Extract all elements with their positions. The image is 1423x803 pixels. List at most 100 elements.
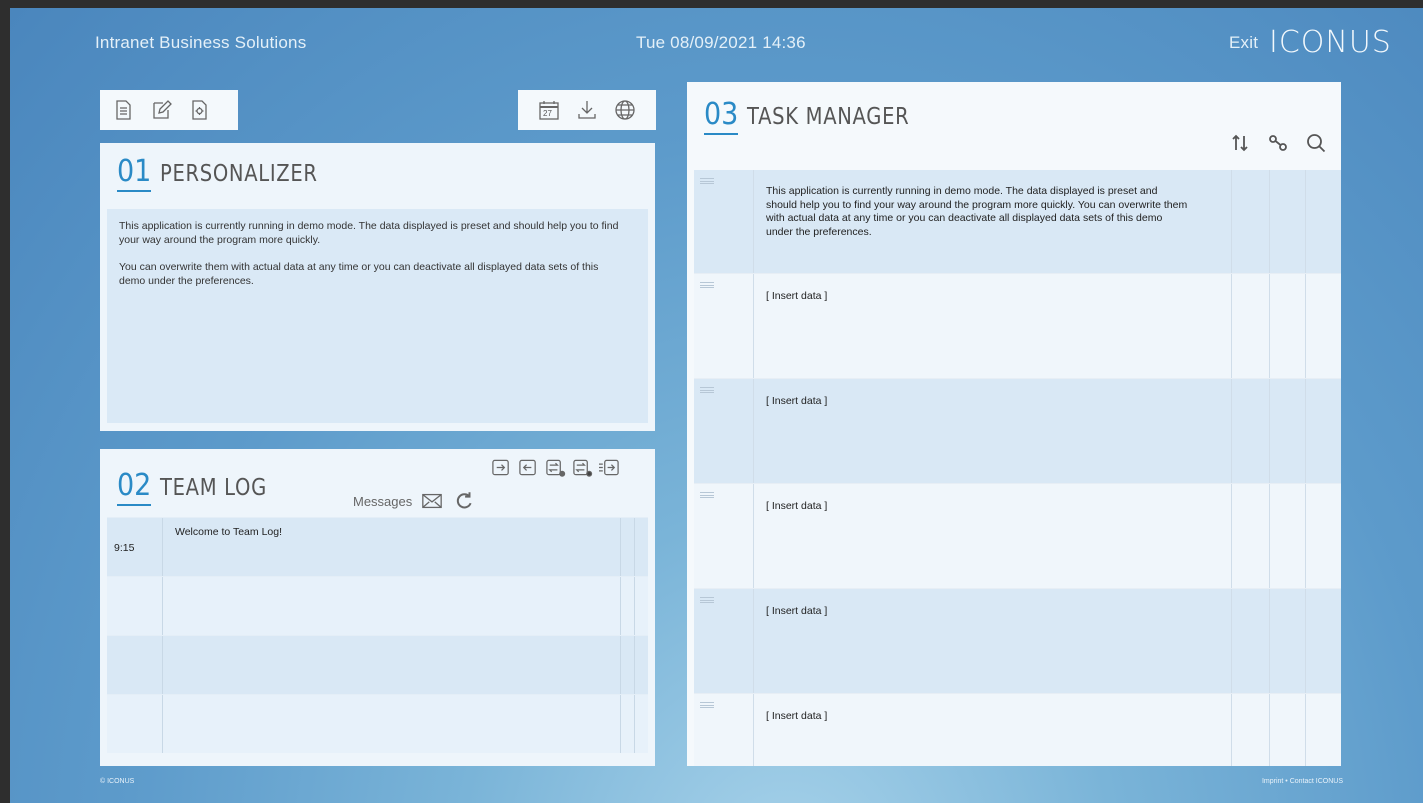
log-time <box>107 695 163 753</box>
log-message <box>163 695 620 753</box>
task-row[interactable]: [ Insert data ] <box>694 694 1341 766</box>
link-icon[interactable] <box>1267 132 1289 154</box>
log-row[interactable] <box>107 694 648 753</box>
log-row[interactable]: 9:15 Welcome to Team Log! <box>107 517 648 576</box>
task-cell <box>1231 589 1269 693</box>
sort-icon[interactable] <box>1229 132 1251 154</box>
log-cell <box>634 636 648 694</box>
globe-icon[interactable] <box>614 99 636 121</box>
personalizer-paragraph-2: You can overwrite them with actual data … <box>119 261 599 287</box>
log-time: 9:15 <box>107 518 163 576</box>
footer-links[interactable]: Imprint • Contact ICONUS <box>1262 778 1343 785</box>
teamlog-panel: 02 TEAM LOG Messages 9:15 Welcome to Tea… <box>100 449 655 766</box>
taskmanager-number: 03 <box>704 100 739 135</box>
app-background: Intranet Business Solutions Tue 08/09/20… <box>10 8 1423 803</box>
log-row[interactable] <box>107 635 648 694</box>
task-cell <box>1269 170 1305 273</box>
task-row[interactable]: [ Insert data ] <box>694 484 1341 589</box>
teamlog-number: 02 <box>117 471 152 506</box>
settings-document-icon[interactable] <box>188 99 210 121</box>
drag-handle[interactable] <box>694 274 754 378</box>
task-cell <box>1305 170 1341 273</box>
date-time: Tue 08/09/2021 14:36 <box>636 33 806 52</box>
logo: ICONUS <box>1269 25 1392 60</box>
personalizer-body[interactable]: This application is currently running in… <box>107 209 648 423</box>
list-export-icon[interactable] <box>599 458 620 478</box>
taskmanager-name: TASK MANAGER <box>747 104 910 130</box>
personalizer-number: 01 <box>117 157 152 192</box>
swap-add-icon[interactable] <box>545 458 566 478</box>
arrow-right-box-icon[interactable] <box>491 458 512 478</box>
log-message <box>163 636 620 694</box>
task-cell <box>1305 694 1341 766</box>
task-row[interactable]: [ Insert data ] <box>694 589 1341 694</box>
teamlog-actions <box>491 458 620 478</box>
teamlog-name: TEAM LOG <box>160 475 268 501</box>
arrow-left-box-icon[interactable] <box>518 458 539 478</box>
log-time <box>107 636 163 694</box>
search-icon[interactable] <box>1305 132 1327 154</box>
drag-handle[interactable] <box>694 170 754 273</box>
log-cell <box>620 695 634 753</box>
log-row[interactable] <box>107 576 648 635</box>
task-cell <box>1305 379 1341 483</box>
task-cell <box>1231 694 1269 766</box>
task-cell <box>1269 694 1305 766</box>
log-cell <box>634 518 648 576</box>
task-row[interactable]: This application is currently running in… <box>694 170 1341 274</box>
document-icon[interactable] <box>112 99 134 121</box>
taskmanager-tools <box>1229 132 1327 154</box>
personalizer-paragraph-1: This application is currently running in… <box>119 220 619 246</box>
task-cell <box>1269 589 1305 693</box>
messages-control: Messages <box>353 491 476 511</box>
log-message: Welcome to Team Log! <box>175 526 282 538</box>
drag-handle[interactable] <box>694 694 754 766</box>
envelope-icon[interactable] <box>420 491 444 511</box>
task-cell <box>1269 274 1305 378</box>
task-row[interactable]: [ Insert data ] <box>694 379 1341 484</box>
download-icon[interactable] <box>576 99 598 121</box>
log-cell <box>620 577 634 635</box>
teamlog-list: 9:15 Welcome to Team Log! <box>107 517 648 766</box>
task-row[interactable]: [ Insert data ] <box>694 274 1341 379</box>
brand-title: Intranet Business Solutions <box>95 33 307 52</box>
exit-link[interactable]: Exit <box>1229 33 1258 53</box>
personalizer-title: 01 PERSONALIZER <box>117 157 346 192</box>
personalizer-name: PERSONALIZER <box>160 161 319 187</box>
task-cell <box>1231 379 1269 483</box>
calendar-icon[interactable]: 27 <box>538 99 560 121</box>
drag-handle-icon[interactable] <box>700 387 714 393</box>
edit-icon[interactable] <box>150 99 172 121</box>
calendar-day: 27 <box>543 109 552 118</box>
log-message <box>163 577 620 635</box>
task-cell <box>1305 274 1341 378</box>
drag-handle-icon[interactable] <box>700 702 714 708</box>
drag-handle-icon[interactable] <box>700 492 714 498</box>
log-cell <box>620 518 634 576</box>
log-time <box>107 577 163 635</box>
drag-handle-icon[interactable] <box>700 282 714 288</box>
drag-handle-icon[interactable] <box>700 597 714 603</box>
drag-handle[interactable] <box>694 589 754 693</box>
task-cell <box>1231 170 1269 273</box>
toolbox-left <box>100 90 238 130</box>
task-cell <box>1305 484 1341 588</box>
task-list: This application is currently running in… <box>694 170 1341 766</box>
footer-copyright: © ICONUS <box>100 778 135 785</box>
task-text: [ Insert data ] <box>766 710 828 722</box>
task-cell <box>1231 274 1269 378</box>
taskmanager-title: 03 TASK MANAGER <box>704 100 938 135</box>
log-cell <box>620 636 634 694</box>
messages-label: Messages <box>353 493 413 509</box>
drag-handle[interactable] <box>694 484 754 588</box>
log-cell <box>634 695 648 753</box>
log-cell <box>634 577 648 635</box>
swap-remove-icon[interactable] <box>572 458 593 478</box>
task-text: This application is currently running in… <box>766 185 1188 238</box>
drag-handle[interactable] <box>694 379 754 483</box>
personalizer-panel: 01 PERSONALIZER This application is curr… <box>100 143 655 431</box>
toolbox-right: 27 <box>518 90 656 130</box>
teamlog-title: 02 TEAM LOG <box>117 471 286 506</box>
drag-handle-icon[interactable] <box>700 178 714 184</box>
refresh-icon[interactable] <box>452 491 476 511</box>
